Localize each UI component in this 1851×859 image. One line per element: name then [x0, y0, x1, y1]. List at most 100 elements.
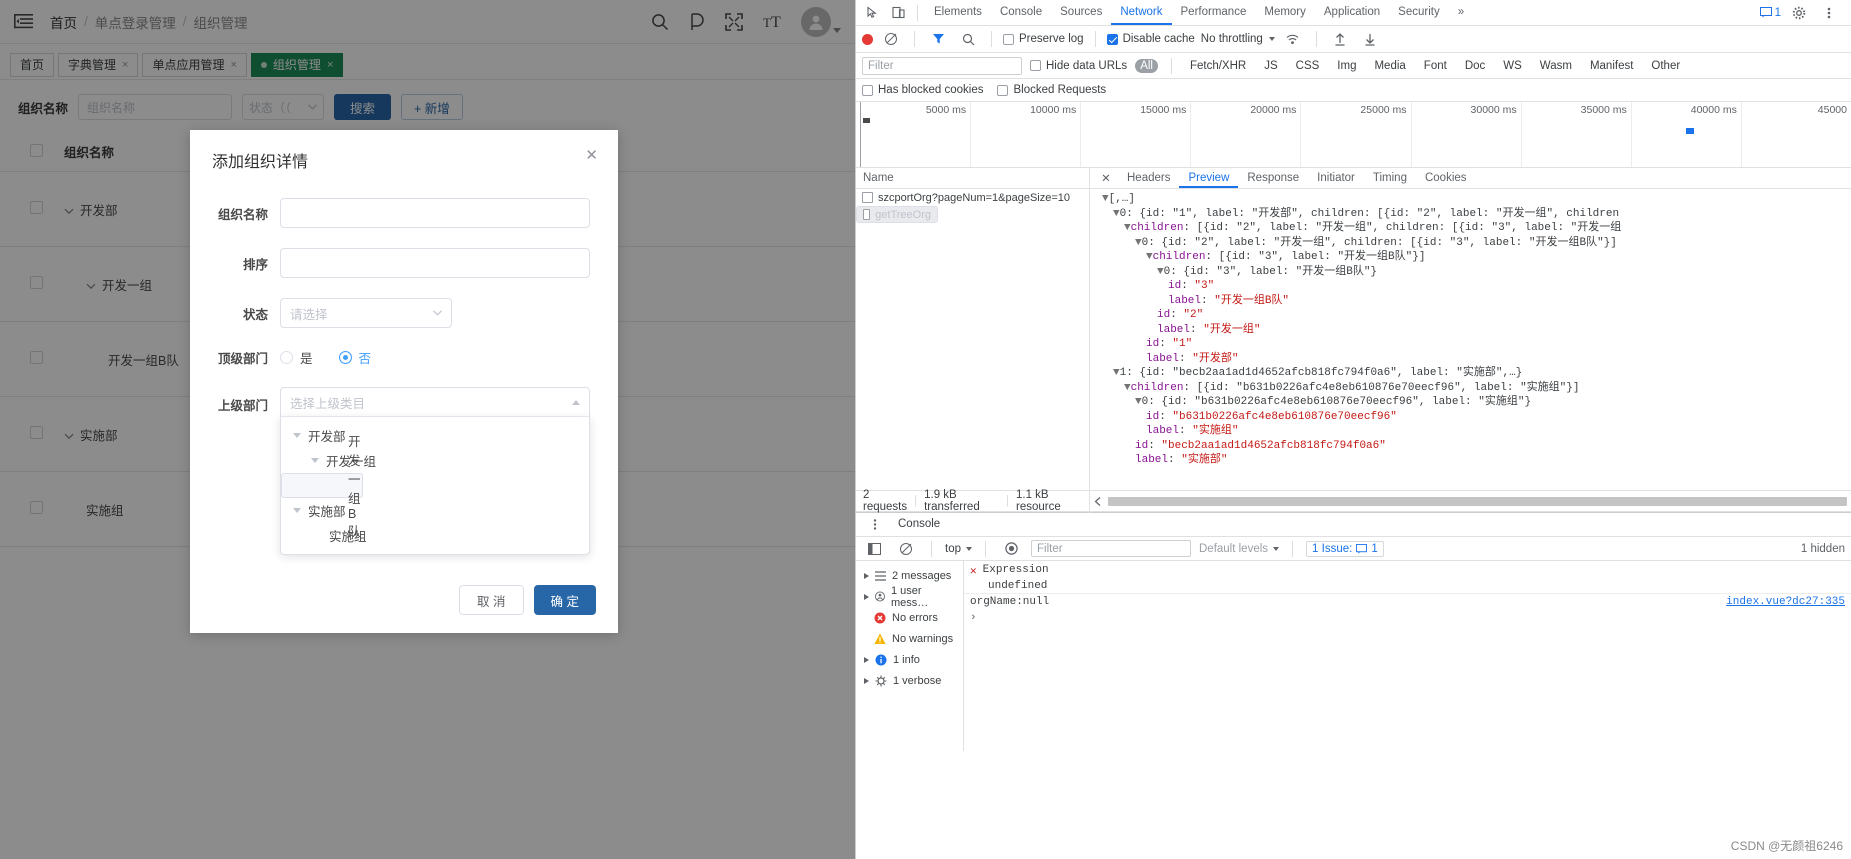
- json-line[interactable]: label: "实施组": [1094, 424, 1851, 439]
- expand-arrow-icon[interactable]: [293, 508, 301, 513]
- blocked-requests-toggle[interactable]: Blocked Requests: [997, 84, 1106, 96]
- detail-tab-headers[interactable]: Headers: [1118, 168, 1179, 188]
- tree-node-shishibu[interactable]: 实施部: [281, 498, 589, 523]
- expand-arrow-icon[interactable]: [311, 458, 319, 463]
- messages-badge[interactable]: 1: [1760, 7, 1781, 19]
- sidebar-item-warnings[interactable]: No warnings: [856, 628, 963, 649]
- throttling-select[interactable]: No throttling: [1201, 33, 1263, 45]
- tab-security[interactable]: Security: [1389, 0, 1449, 25]
- chevron-up-icon[interactable]: [572, 400, 580, 405]
- tree-node-shishizu[interactable]: 实施组: [281, 523, 589, 548]
- close-icon[interactable]: ✕: [970, 564, 977, 578]
- console-context-select[interactable]: top: [945, 543, 972, 555]
- json-line[interactable]: ▼[,…]: [1094, 192, 1851, 207]
- json-line[interactable]: label: "开发部": [1094, 352, 1851, 367]
- expand-triangle-icon[interactable]: [864, 573, 869, 579]
- json-line[interactable]: id: "1": [1094, 337, 1851, 352]
- tab-application[interactable]: Application: [1315, 0, 1389, 25]
- filter-type-other[interactable]: Other: [1646, 59, 1685, 73]
- device-toolbar-icon[interactable]: [886, 2, 910, 24]
- filter-type-wasm[interactable]: Wasm: [1535, 59, 1577, 73]
- json-line[interactable]: id: "b631b0226afc4e8eb610876e70eecf96": [1094, 410, 1851, 425]
- network-timeline-overview[interactable]: 5000 ms 10000 ms 15000 ms 20000 ms 25000…: [856, 102, 1851, 168]
- chevron-down-icon[interactable]: [1269, 37, 1275, 41]
- sidebar-item-errors[interactable]: No errors: [856, 607, 963, 628]
- detail-tab-preview[interactable]: Preview: [1179, 168, 1238, 188]
- tab-performance[interactable]: Performance: [1172, 0, 1256, 25]
- filter-type-font[interactable]: Font: [1419, 59, 1452, 73]
- request-row[interactable]: szcportOrg?pageNum=1&pageSize=10: [856, 189, 1089, 206]
- clear-icon[interactable]: [879, 28, 903, 50]
- json-line[interactable]: id: "becb2aa1ad1d4652afcb818fc794f0a6": [1094, 439, 1851, 454]
- drawer-more-icon[interactable]: [863, 514, 887, 536]
- disable-cache-toggle[interactable]: Disable cache: [1107, 33, 1195, 45]
- filter-type-manifest[interactable]: Manifest: [1585, 59, 1638, 73]
- request-row[interactable]: getTreeOrg: [856, 206, 938, 223]
- expand-triangle-icon[interactable]: [864, 657, 869, 663]
- disclosure-triangle-icon[interactable]: ▼: [1124, 222, 1131, 234]
- live-expression-icon[interactable]: [999, 538, 1023, 560]
- disclosure-triangle-icon[interactable]: ▼: [1113, 208, 1120, 220]
- json-line[interactable]: ▼children: [{id: "2", label: "开发一组", chi…: [1094, 221, 1851, 236]
- expand-arrow-icon[interactable]: [293, 433, 301, 438]
- tab-elements[interactable]: Elements: [925, 0, 991, 25]
- import-har-icon[interactable]: [1328, 28, 1352, 50]
- filter-type-ws[interactable]: WS: [1498, 59, 1527, 73]
- tab-sources[interactable]: Sources: [1051, 0, 1111, 25]
- filter-type-fetch-xhr[interactable]: Fetch/XHR: [1185, 59, 1251, 73]
- toggle-console-sidebar-icon[interactable]: [862, 538, 886, 560]
- close-icon[interactable]: ✕: [585, 148, 598, 163]
- filter-type-img[interactable]: Img: [1332, 59, 1361, 73]
- disable-cache-checkbox[interactable]: [1107, 34, 1118, 45]
- filter-icon[interactable]: [926, 28, 950, 50]
- has-blocked-cookies-checkbox[interactable]: [862, 85, 873, 96]
- hide-data-urls-checkbox[interactable]: [1030, 60, 1041, 71]
- filter-type-doc[interactable]: Doc: [1460, 59, 1490, 73]
- disclosure-triangle-icon[interactable]: ▼: [1124, 382, 1131, 394]
- tree-node-kaifabu[interactable]: 开发部: [281, 423, 589, 448]
- export-har-icon[interactable]: [1358, 28, 1382, 50]
- tree-node-kaifayizu[interactable]: 开发一组: [281, 448, 589, 473]
- more-options-icon[interactable]: [1817, 2, 1841, 24]
- expand-triangle-icon[interactable]: [864, 594, 869, 600]
- has-blocked-cookies-toggle[interactable]: Has blocked cookies: [862, 84, 983, 96]
- preserve-log-checkbox[interactable]: [1003, 34, 1014, 45]
- json-line[interactable]: ▼0: {id: "2", label: "开发一组", children: […: [1094, 236, 1851, 251]
- clear-console-icon[interactable]: [894, 538, 918, 560]
- json-line[interactable]: ▼0: {id: "3", label: "开发一组B队"}: [1094, 265, 1851, 280]
- parent-dept-input[interactable]: 选择上级类目: [280, 387, 590, 417]
- detail-tab-response[interactable]: Response: [1238, 168, 1308, 188]
- detail-tab-timing[interactable]: Timing: [1364, 168, 1416, 188]
- drawer-tab-console[interactable]: Console: [894, 513, 944, 536]
- tree-node-kaifayizub[interactable]: 开发一组B队: [281, 473, 363, 498]
- json-line[interactable]: ▼children: [{id: "b631b0226afc4e8eb61087…: [1094, 381, 1851, 396]
- disclosure-triangle-icon[interactable]: ▼: [1157, 266, 1164, 278]
- sidebar-item-messages[interactable]: 2 messages: [856, 565, 963, 586]
- preserve-log-toggle[interactable]: Preserve log: [1003, 33, 1084, 45]
- expand-triangle-icon[interactable]: [864, 678, 869, 684]
- json-line[interactable]: id: "2": [1094, 308, 1851, 323]
- console-levels-select[interactable]: Default levels: [1199, 543, 1279, 555]
- console-prompt[interactable]: ›: [964, 610, 1851, 626]
- filter-type-js[interactable]: JS: [1259, 59, 1282, 73]
- json-line[interactable]: ▼0: {id: "b631b0226afc4e8eb610876e70eecf…: [1094, 395, 1851, 410]
- detail-tab-cookies[interactable]: Cookies: [1416, 168, 1476, 188]
- more-tabs-icon[interactable]: »: [1449, 0, 1473, 25]
- console-log-source[interactable]: index.vue?dc27:335: [1726, 596, 1845, 608]
- confirm-button[interactable]: 确 定: [534, 585, 596, 615]
- json-line[interactable]: label: "实施部": [1094, 453, 1851, 468]
- network-filter-input[interactable]: Filter: [862, 57, 1022, 75]
- tab-network[interactable]: Network: [1111, 0, 1171, 25]
- console-filter-input[interactable]: Filter: [1031, 540, 1191, 557]
- json-line[interactable]: ▼1: {id: "becb2aa1ad1d4652afcb818fc794f0…: [1094, 366, 1851, 381]
- record-button-icon[interactable]: [862, 34, 873, 45]
- tab-memory[interactable]: Memory: [1255, 0, 1315, 25]
- sort-input[interactable]: [280, 248, 590, 278]
- filter-type-media[interactable]: Media: [1369, 59, 1410, 73]
- filter-type-all[interactable]: All: [1135, 59, 1158, 73]
- radio-yes[interactable]: 是: [280, 348, 313, 367]
- json-preview-tree[interactable]: ▼[,…]▼0: {id: "1", label: "开发部", childre…: [1090, 189, 1851, 490]
- inspect-element-icon[interactable]: [860, 2, 884, 24]
- disclosure-triangle-icon[interactable]: ▼: [1135, 396, 1142, 408]
- tab-console[interactable]: Console: [991, 0, 1051, 25]
